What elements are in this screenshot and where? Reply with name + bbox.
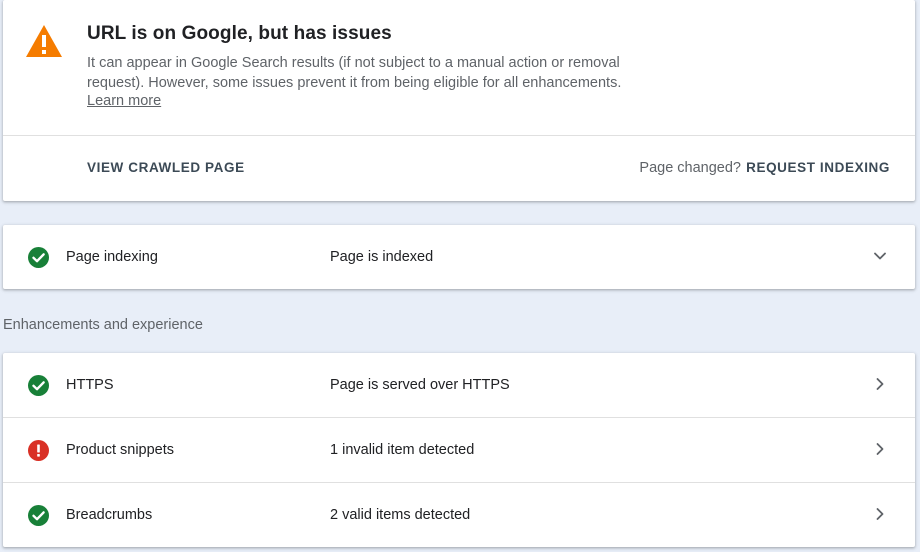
learn-more-link[interactable]: Learn more <box>87 93 161 109</box>
page-indexing-card: Page indexing Page is indexed <box>3 225 915 289</box>
view-crawled-page-button[interactable]: VIEW CRAWLED PAGE <box>87 160 245 175</box>
status-title: URL is on Google, but has issues <box>87 23 392 44</box>
enhancement-value: 2 valid items detected <box>330 507 471 523</box>
status-summary: URL is on Google, but has issues It can … <box>3 0 915 136</box>
page-indexing-value: Page is indexed <box>330 249 434 265</box>
enhancement-label: Product snippets <box>66 442 175 458</box>
request-indexing-button[interactable]: REQUEST INDEXING <box>746 160 890 175</box>
check-circle-icon <box>28 375 49 396</box>
page-indexing-label: Page indexing <box>66 249 158 265</box>
enhancement-row-breadcrumbs[interactable]: Breadcrumbs 2 valid items detected <box>3 483 915 548</box>
status-actions: VIEW CRAWLED PAGE Page changed? REQUEST … <box>3 136 915 200</box>
chevron-down-icon[interactable] <box>873 249 887 263</box>
enhancement-label: HTTPS <box>66 377 114 393</box>
enhancement-row-https[interactable]: HTTPS Page is served over HTTPS <box>3 353 915 418</box>
page-changed-label: Page changed? <box>639 160 741 176</box>
enhancement-value: Page is served over HTTPS <box>330 377 510 393</box>
warning-triangle-icon <box>26 25 62 57</box>
enhancement-label: Breadcrumbs <box>66 507 153 523</box>
status-card: URL is on Google, but has issues It can … <box>3 0 915 201</box>
error-circle-icon <box>28 440 49 461</box>
page-indexing-row[interactable]: Page indexing Page is indexed <box>3 225 915 289</box>
chevron-right-icon[interactable] <box>873 507 887 521</box>
enhancements-section-title: Enhancements and experience <box>3 317 203 333</box>
check-circle-icon <box>28 247 49 268</box>
chevron-right-icon[interactable] <box>873 377 887 391</box>
check-circle-icon <box>28 505 49 526</box>
enhancement-value: 1 invalid item detected <box>330 442 475 458</box>
chevron-right-icon[interactable] <box>873 442 887 456</box>
enhancement-row-product-snippets[interactable]: Product snippets 1 invalid item detected <box>3 418 915 483</box>
enhancements-card: HTTPS Page is served over HTTPS Product … <box>3 353 915 547</box>
status-description: It can appear in Google Search results (… <box>87 55 622 91</box>
